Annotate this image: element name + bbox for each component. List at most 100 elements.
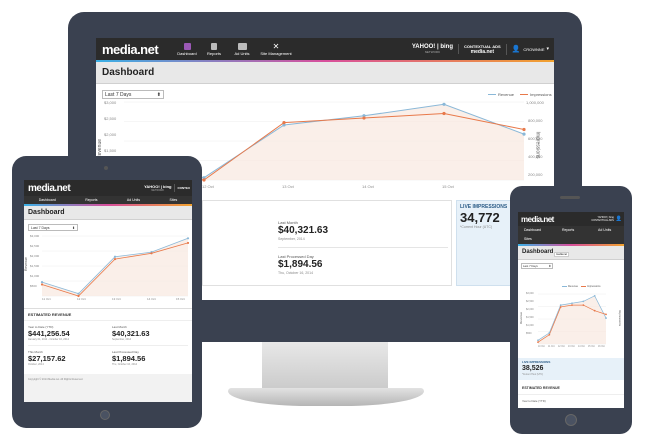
tab-label: Site Management <box>260 50 292 56</box>
section-heading: ESTIMATED REVENUE <box>28 312 72 317</box>
x-tick: 12 Oct <box>202 184 214 189</box>
page-title: Dashboard <box>102 67 155 78</box>
impressions-point[interactable] <box>571 304 573 307</box>
tab-label: Dashboard <box>177 50 197 56</box>
revenue-point[interactable] <box>571 302 573 305</box>
title-bar: Dashboard <box>24 206 192 220</box>
revenue-point[interactable] <box>113 255 117 258</box>
ad-units-icon <box>237 42 247 50</box>
logo[interactable]: media.net <box>28 183 71 194</box>
y2-tick: 1,000,000 <box>526 100 544 105</box>
last-processed-sub: Thu, October 16, 2014 <box>112 363 138 366</box>
phone-home-button[interactable] <box>565 414 577 426</box>
impressions-point[interactable] <box>150 252 153 255</box>
date-range-select[interactable]: Last 7 Days ⬍ <box>28 224 78 231</box>
tab-label: Reports <box>206 50 221 56</box>
y-tick: $2,500 <box>104 116 117 121</box>
revenue-point[interactable] <box>522 132 526 136</box>
footer: Copyright © 2014 Media.net. All Rights R… <box>24 374 192 402</box>
contextual-brand: media.net <box>470 48 494 55</box>
tab-ad-units[interactable]: Ad Units <box>598 228 611 232</box>
impressions-point[interactable] <box>605 313 607 316</box>
tooltip: media.net <box>554 252 569 257</box>
tablet-home-button[interactable] <box>100 410 110 420</box>
y2-axis-label: Impressions <box>618 309 623 327</box>
user-icon: 👤 <box>511 46 521 53</box>
chart-legend: Revenue Impressions <box>562 285 601 288</box>
tab-reports[interactable]: Reports <box>200 38 228 60</box>
live-impressions-value: 38,526 <box>522 365 544 372</box>
y-axis-label: Revenue <box>519 311 524 325</box>
revenue-point[interactable] <box>605 317 607 319</box>
phone-speaker <box>560 196 580 199</box>
tab-sites[interactable]: Sites <box>169 198 177 202</box>
chevron-down-icon: ⬍ <box>548 264 551 268</box>
revenue-point[interactable] <box>559 304 562 307</box>
chart-legend: Revenue Impressions <box>488 92 552 97</box>
user-icon[interactable]: 👤 <box>616 216 624 222</box>
tablet-camera <box>104 166 108 170</box>
tab-ad-units[interactable]: Ad Units <box>228 38 256 60</box>
divider <box>24 320 192 321</box>
legend-swatch-impressions <box>581 286 587 287</box>
tab-dashboard[interactable]: Dashboard <box>524 228 541 232</box>
x-tick: 14 Oct <box>362 184 374 189</box>
y-tick: $1,000 <box>30 274 40 278</box>
last-processed-value: $1,894.56 <box>278 259 323 270</box>
impressions-point[interactable] <box>282 121 286 125</box>
y-tick: $1,500 <box>30 264 40 268</box>
revenue-point[interactable] <box>548 331 551 334</box>
tab-ad-units[interactable]: Ad Units <box>127 198 140 202</box>
revenue-point[interactable] <box>77 292 80 295</box>
impressions-point[interactable] <box>522 127 526 132</box>
y-tick: $1,000 <box>526 324 534 327</box>
impressions-point[interactable] <box>202 178 206 182</box>
revenue-point[interactable] <box>186 237 190 240</box>
x-tick: 14 Oct <box>578 346 585 348</box>
impressions-point[interactable] <box>537 341 539 344</box>
x-tick: 12 Oct <box>558 346 565 348</box>
logo[interactable]: media.net <box>521 215 554 224</box>
last-processed-sub: Thu, October 16, 2014 <box>278 271 314 275</box>
tools-icon: ✕ <box>272 41 280 51</box>
y-tick: $1,500 <box>104 148 117 153</box>
revenue-point[interactable] <box>537 339 539 342</box>
divider <box>24 308 192 309</box>
y2-tick: 800,000 <box>528 118 543 123</box>
tab-sites[interactable]: Sites <box>524 237 532 241</box>
y-tick: $2,000 <box>526 308 534 311</box>
impressions-point[interactable] <box>559 306 562 308</box>
tab-reports[interactable]: Reports <box>85 198 97 202</box>
impressions-point[interactable] <box>40 283 44 286</box>
revenue-point[interactable] <box>582 300 585 303</box>
page-title: Dashboard <box>28 209 65 216</box>
legend-impressions: Impressions <box>587 285 601 288</box>
x-tick: 13 Oct <box>112 297 121 301</box>
impressions-point[interactable] <box>442 111 446 116</box>
impressions-point[interactable] <box>582 304 585 307</box>
date-range-select[interactable]: Last 7 Days ⬍ <box>521 263 553 269</box>
tab-reports[interactable]: Reports <box>562 228 574 232</box>
impressions-point[interactable] <box>548 333 551 336</box>
x-tick: 16 Oct <box>598 346 605 348</box>
user-menu[interactable]: 👤 CROWNNE ▾ <box>507 45 554 53</box>
tab-dashboard[interactable]: Dashboard <box>174 38 200 60</box>
revenue-point[interactable] <box>442 102 446 106</box>
impressions-point[interactable] <box>186 241 190 245</box>
live-impressions-sub: *Current Hour (UTC) <box>460 225 493 229</box>
ytd-value: $441,256.54 <box>28 329 70 338</box>
impressions-point[interactable] <box>362 116 366 120</box>
y-tick: $1,500 <box>526 316 534 319</box>
y-tick: $2,500 <box>30 244 40 248</box>
last-month-value: $40,321.63 <box>112 329 150 338</box>
logo[interactable]: media.net <box>102 42 174 57</box>
title-bar: Dashboard media.net <box>518 246 624 260</box>
revenue-point[interactable] <box>593 294 596 297</box>
y-tick: $2,000 <box>104 132 117 137</box>
impressions-point[interactable] <box>113 257 117 261</box>
tab-dashboard[interactable]: Dashboard <box>39 198 56 202</box>
impressions-point[interactable] <box>593 309 596 312</box>
page-title: Dashboard <box>522 249 554 255</box>
revenue-point[interactable] <box>40 281 44 284</box>
tab-site-management[interactable]: ✕ Site Management <box>256 38 296 60</box>
